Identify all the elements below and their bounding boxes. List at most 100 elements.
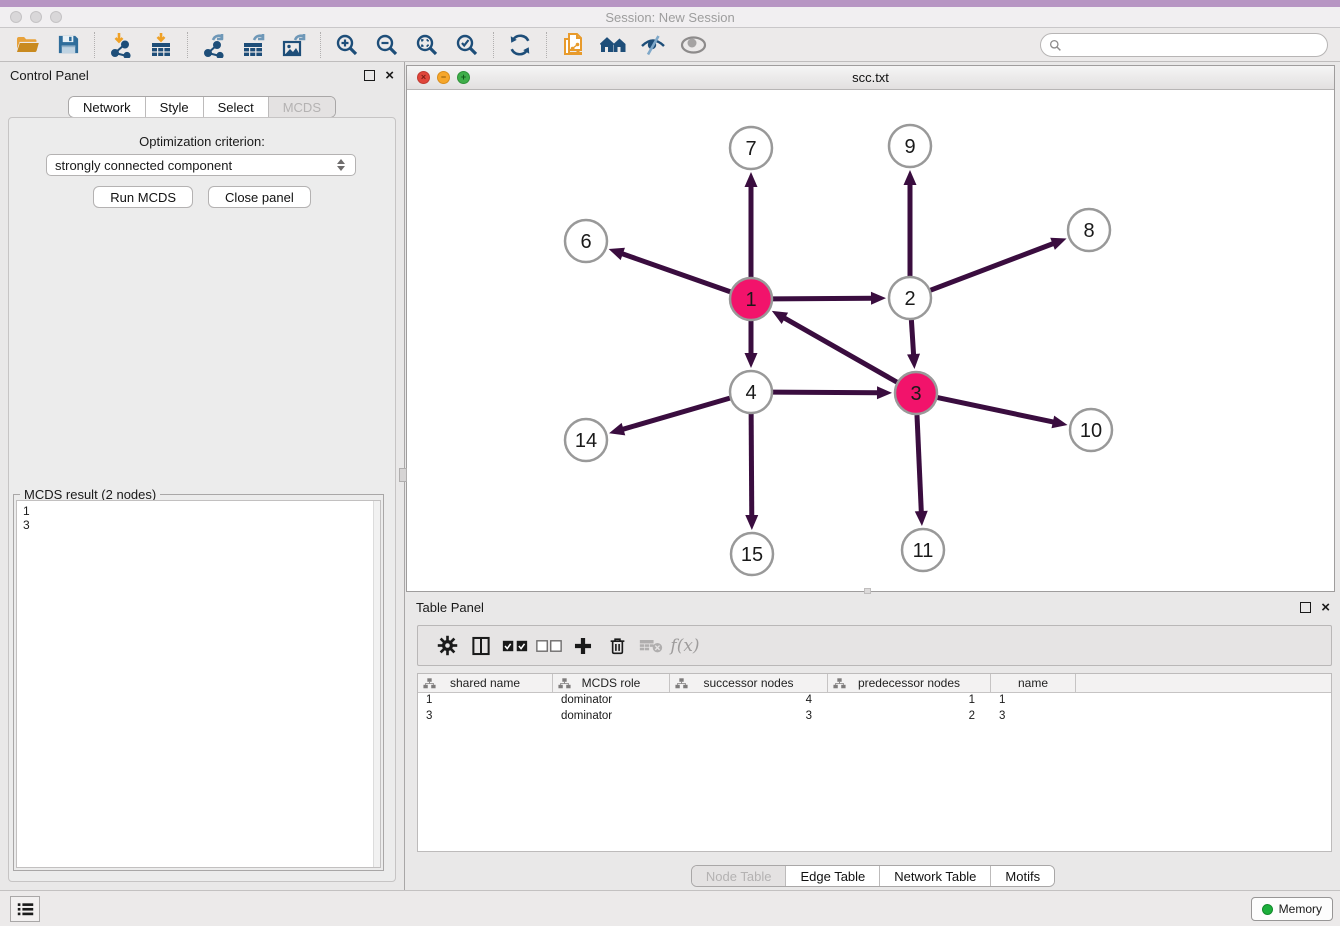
- edge-2-3[interactable]: [911, 320, 913, 356]
- zoom-selected-icon[interactable]: [452, 31, 482, 59]
- import-network-icon[interactable]: [106, 31, 136, 59]
- edge-1-2[interactable]: [773, 298, 873, 299]
- cell-shared-name[interactable]: 3: [418, 709, 553, 725]
- zoom-in-icon[interactable]: [332, 31, 362, 59]
- table-panel-title: Table Panel: [416, 600, 1300, 615]
- control-panel-title: Control Panel: [10, 68, 364, 83]
- select-all-checks-icon[interactable]: [498, 631, 532, 661]
- zoom-out-icon[interactable]: [372, 31, 402, 59]
- arrowhead-1-2: [871, 292, 886, 305]
- net-close-button[interactable]: ×: [417, 71, 430, 84]
- list-icon: [17, 902, 34, 917]
- split-column-icon[interactable]: [464, 631, 498, 661]
- run-mcds-button[interactable]: Run MCDS: [93, 186, 193, 208]
- main-toolbar: [0, 28, 1340, 62]
- net-maximize-button[interactable]: +: [457, 71, 470, 84]
- column-header-predecessor-nodes[interactable]: predecessor nodes: [828, 674, 991, 692]
- splitter-handle[interactable]: [399, 468, 407, 482]
- search-input[interactable]: [1066, 35, 1327, 55]
- cell-successor-nodes[interactable]: 4: [670, 693, 828, 709]
- toolbar-separator: [94, 32, 95, 58]
- arrowhead-4-14: [609, 423, 625, 435]
- float-table-panel-icon[interactable]: [1300, 602, 1311, 613]
- settings-gear-icon[interactable]: [430, 631, 464, 661]
- table-row[interactable]: 3dominator323: [418, 709, 1331, 725]
- tab-edge-table[interactable]: Edge Table: [785, 866, 879, 886]
- edge-4-15[interactable]: [751, 414, 752, 517]
- toolbar-separator: [320, 32, 321, 58]
- tab-network[interactable]: Network: [69, 97, 145, 117]
- result-scrollbar[interactable]: [373, 501, 380, 867]
- arrowhead-4-15: [745, 515, 758, 530]
- column-header-name[interactable]: name: [991, 674, 1076, 692]
- optimization-criterion-label: Optimization criterion:: [9, 134, 395, 149]
- cell-name[interactable]: 3: [991, 709, 1076, 725]
- cell-name[interactable]: 1: [991, 693, 1076, 709]
- edge-4-3[interactable]: [773, 392, 879, 393]
- mcds-result-text[interactable]: 1 3: [16, 500, 381, 868]
- close-panel-button[interactable]: Close panel: [208, 186, 311, 208]
- refresh-icon[interactable]: [505, 31, 535, 59]
- edge-3-10[interactable]: [938, 398, 1055, 423]
- tab-style[interactable]: Style: [145, 97, 203, 117]
- net-minimize-button[interactable]: −: [437, 71, 450, 84]
- export-table-icon[interactable]: [239, 31, 269, 59]
- close-panel-icon[interactable]: ×: [385, 70, 394, 81]
- export-image-icon[interactable]: [279, 31, 309, 59]
- cell-successor-nodes[interactable]: 3: [670, 709, 828, 725]
- memory-button[interactable]: Memory: [1251, 897, 1333, 921]
- criterion-combobox[interactable]: strongly connected component: [46, 154, 356, 176]
- save-session-icon[interactable]: [53, 31, 83, 59]
- graph-node-label-15: 15: [741, 544, 763, 566]
- node-table[interactable]: shared nameMCDS rolesuccessor nodesprede…: [417, 673, 1332, 852]
- close-table-panel-icon[interactable]: ×: [1321, 602, 1330, 613]
- tab-mcds[interactable]: MCDS: [268, 97, 335, 117]
- cell-mcds-role[interactable]: dominator: [553, 693, 670, 709]
- edge-1-6[interactable]: [621, 253, 730, 291]
- cell-predecessor-nodes[interactable]: 2: [828, 709, 991, 725]
- table-panel: Table Panel × f(x) shared nameMCDS roles…: [406, 595, 1340, 890]
- tab-network-table[interactable]: Network Table: [879, 866, 990, 886]
- column-header-successor-nodes[interactable]: successor nodes: [670, 674, 828, 692]
- import-table-icon[interactable]: [146, 31, 176, 59]
- table-row[interactable]: 1dominator411: [418, 693, 1331, 709]
- show-task-history-button[interactable]: [10, 896, 40, 922]
- network-canvas[interactable]: 7968124314101511: [407, 91, 1334, 591]
- column-header-mcds-role[interactable]: MCDS role: [553, 674, 670, 692]
- function-builder-icon-disabled: f(x): [668, 631, 702, 661]
- edge-4-14[interactable]: [622, 398, 730, 430]
- app-titlebar: Session: New Session: [0, 0, 1340, 28]
- arrowhead-1-4: [745, 353, 758, 368]
- show-eye-icon[interactable]: [678, 31, 708, 59]
- deselect-all-checks-icon[interactable]: [532, 631, 566, 661]
- column-header-shared-name[interactable]: shared name: [418, 674, 553, 692]
- cell-shared-name[interactable]: 1: [418, 693, 553, 709]
- graph-node-label-9: 9: [904, 136, 915, 158]
- add-column-icon[interactable]: [566, 631, 600, 661]
- edge-2-8[interactable]: [931, 243, 1055, 290]
- overview-homes-icon[interactable]: [598, 31, 628, 59]
- tab-select[interactable]: Select: [203, 97, 268, 117]
- copy-network-icon[interactable]: [558, 31, 588, 59]
- cell-predecessor-nodes[interactable]: 1: [828, 693, 991, 709]
- mcds-tab-content: Optimization criterion: strongly connect…: [8, 117, 396, 882]
- edge-3-1[interactable]: [783, 317, 897, 382]
- graph-node-label-10: 10: [1080, 420, 1102, 442]
- cell-mcds-role[interactable]: dominator: [553, 709, 670, 725]
- network-resize-handle[interactable]: [864, 588, 871, 594]
- float-panel-icon[interactable]: [364, 70, 375, 81]
- export-network-icon[interactable]: [199, 31, 229, 59]
- open-session-icon[interactable]: [13, 31, 43, 59]
- graph-node-label-8: 8: [1083, 220, 1094, 242]
- tab-motifs[interactable]: Motifs: [990, 866, 1054, 886]
- zoom-fit-icon[interactable]: [412, 31, 442, 59]
- graph-node-label-11: 11: [913, 540, 934, 562]
- graph-node-label-6: 6: [580, 231, 591, 253]
- toolbar-search[interactable]: [1040, 33, 1328, 57]
- tab-node-table[interactable]: Node Table: [692, 866, 786, 886]
- hide-eye-icon[interactable]: [638, 31, 668, 59]
- search-icon: [1049, 39, 1062, 52]
- delete-column-icon[interactable]: [600, 631, 634, 661]
- edge-3-11[interactable]: [917, 415, 921, 513]
- delete-table-icon-disabled: [634, 631, 668, 661]
